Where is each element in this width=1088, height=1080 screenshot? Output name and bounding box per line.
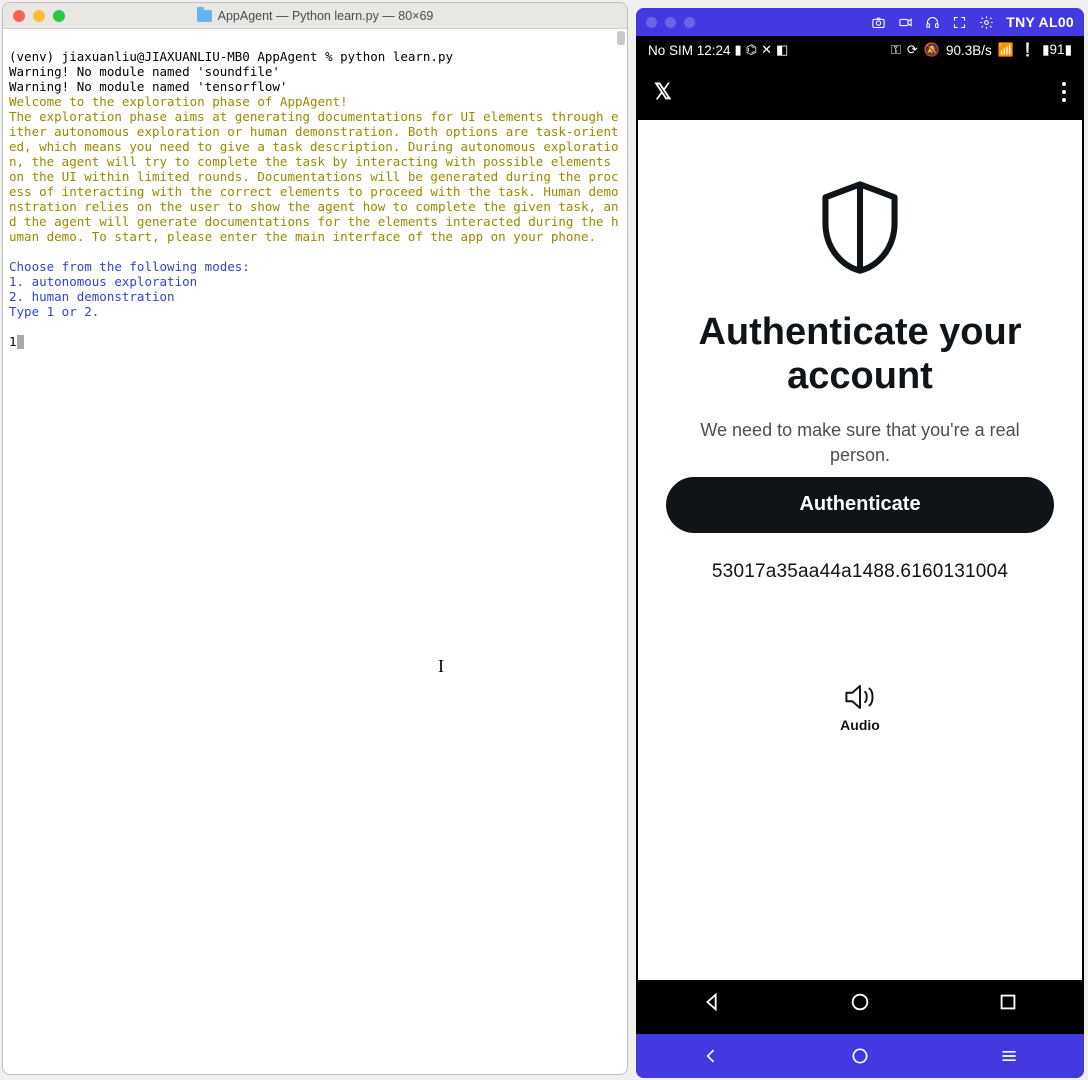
- terminal-warning-line: Warning! No module named 'soundfile': [9, 64, 280, 79]
- app-header: 𝕏: [638, 64, 1082, 120]
- record-icon[interactable]: [898, 15, 913, 30]
- mac-titlebar: AppAgent — Python learn.py — 80×69: [3, 3, 627, 29]
- status-network-speed: 90.3B/s: [946, 43, 992, 58]
- status-sim-clock: No SIM 12:24: [648, 43, 731, 58]
- app-icon: ◧: [776, 42, 788, 58]
- terminal-window: AppAgent — Python learn.py — 80×69 (venv…: [2, 2, 628, 1075]
- sync-icon: ⟳: [907, 42, 918, 58]
- terminal-welcome-line: Welcome to the exploration phase of AppA…: [9, 94, 348, 109]
- scrcpy-titlebar: TNY AL00: [636, 8, 1084, 36]
- camera-icon[interactable]: [871, 15, 886, 30]
- battery-small-icon: ▮: [735, 42, 742, 58]
- terminal-mode-option: 1. autonomous exploration: [9, 274, 197, 289]
- phone-screen: No SIM 12:24 ▮ ⌬ ✕ ◧ ⚿ ⟳ 🔕 90.3B/s 📶 ❕ ▮…: [638, 36, 1082, 1024]
- audio-icon: [843, 683, 877, 711]
- close-window-button[interactable]: [646, 17, 657, 28]
- settings-icon[interactable]: [979, 15, 994, 30]
- shield-icon: [815, 180, 905, 275]
- authenticate-button[interactable]: Authenticate: [666, 477, 1054, 533]
- android-status-bar: No SIM 12:24 ▮ ⌬ ✕ ◧ ⚿ ⟳ 🔕 90.3B/s 📶 ❕ ▮…: [638, 36, 1082, 64]
- x-logo-icon[interactable]: 𝕏: [654, 79, 672, 105]
- fullscreen-icon[interactable]: [952, 15, 967, 30]
- status-battery: ▮91▮: [1042, 42, 1072, 58]
- nav-home-button[interactable]: [849, 991, 871, 1013]
- maximize-window-button[interactable]: [53, 10, 65, 22]
- nav-recent-button[interactable]: [997, 991, 1019, 1013]
- app-content: Authenticate your account We need to mak…: [638, 120, 1082, 980]
- terminal-user-input: 1: [9, 334, 17, 349]
- terminal-mode-option: 2. human demonstration: [9, 289, 175, 304]
- terminal-body[interactable]: (venv) jiaxuanliu@JIAXUANLIU-MB0 AppAgen…: [3, 29, 627, 1074]
- x-app-icon: ✕: [761, 42, 772, 58]
- auth-subtitle: We need to make sure that you're a real …: [680, 418, 1040, 467]
- terminal-description: The exploration phase aims at generating…: [9, 109, 619, 244]
- terminal-choose-line: Choose from the following modes:: [9, 259, 250, 274]
- auth-code: 53017a35aa44a1488.6160131004: [712, 561, 1008, 583]
- terminal-prompt-line: (venv) jiaxuanliu@JIAXUANLIU-MB0 AppAgen…: [9, 49, 453, 64]
- scrcpy-home-button[interactable]: [850, 1046, 870, 1066]
- mute-icon: 🔕: [924, 42, 940, 58]
- scrollbar-thumb[interactable]: [617, 31, 625, 45]
- scrcpy-bottom-bar: [636, 1034, 1084, 1078]
- traffic-lights: [13, 10, 65, 22]
- scrcpy-back-button[interactable]: [701, 1046, 721, 1066]
- minimize-window-button[interactable]: [33, 10, 45, 22]
- audio-label: Audio: [840, 717, 880, 733]
- nav-back-button[interactable]: [701, 991, 723, 1013]
- scrcpy-window: TNY AL00 No SIM 12:24 ▮ ⌬ ✕ ◧ ⚿ ⟳ 🔕 90.3…: [636, 8, 1084, 1078]
- maximize-window-button[interactable]: [684, 17, 695, 28]
- scrcpy-device-name: TNY AL00: [1006, 14, 1074, 30]
- key-icon: ⚿: [891, 42, 901, 58]
- close-window-button[interactable]: [13, 10, 25, 22]
- minimize-window-button[interactable]: [665, 17, 676, 28]
- wifi-icon: 📶: [998, 42, 1014, 58]
- cast-icon: ⌬: [746, 42, 757, 58]
- terminal-cursor: [17, 335, 25, 349]
- more-menu-button[interactable]: [1062, 82, 1066, 102]
- android-nav-bar: [638, 980, 1082, 1024]
- terminal-warning-line: Warning! No module named 'tensorflow': [9, 79, 287, 94]
- alert-icon: ❕: [1020, 42, 1036, 58]
- headphones-icon[interactable]: [925, 15, 940, 30]
- terminal-type-prompt: Type 1 or 2.: [9, 304, 99, 319]
- folder-icon: [197, 10, 212, 22]
- audio-option[interactable]: Audio: [840, 683, 880, 733]
- scrcpy-traffic-lights: [646, 17, 695, 28]
- window-title: AppAgent — Python learn.py — 80×69: [218, 9, 434, 23]
- scrcpy-menu-button[interactable]: [999, 1046, 1019, 1066]
- auth-title: Authenticate your account: [666, 311, 1054, 398]
